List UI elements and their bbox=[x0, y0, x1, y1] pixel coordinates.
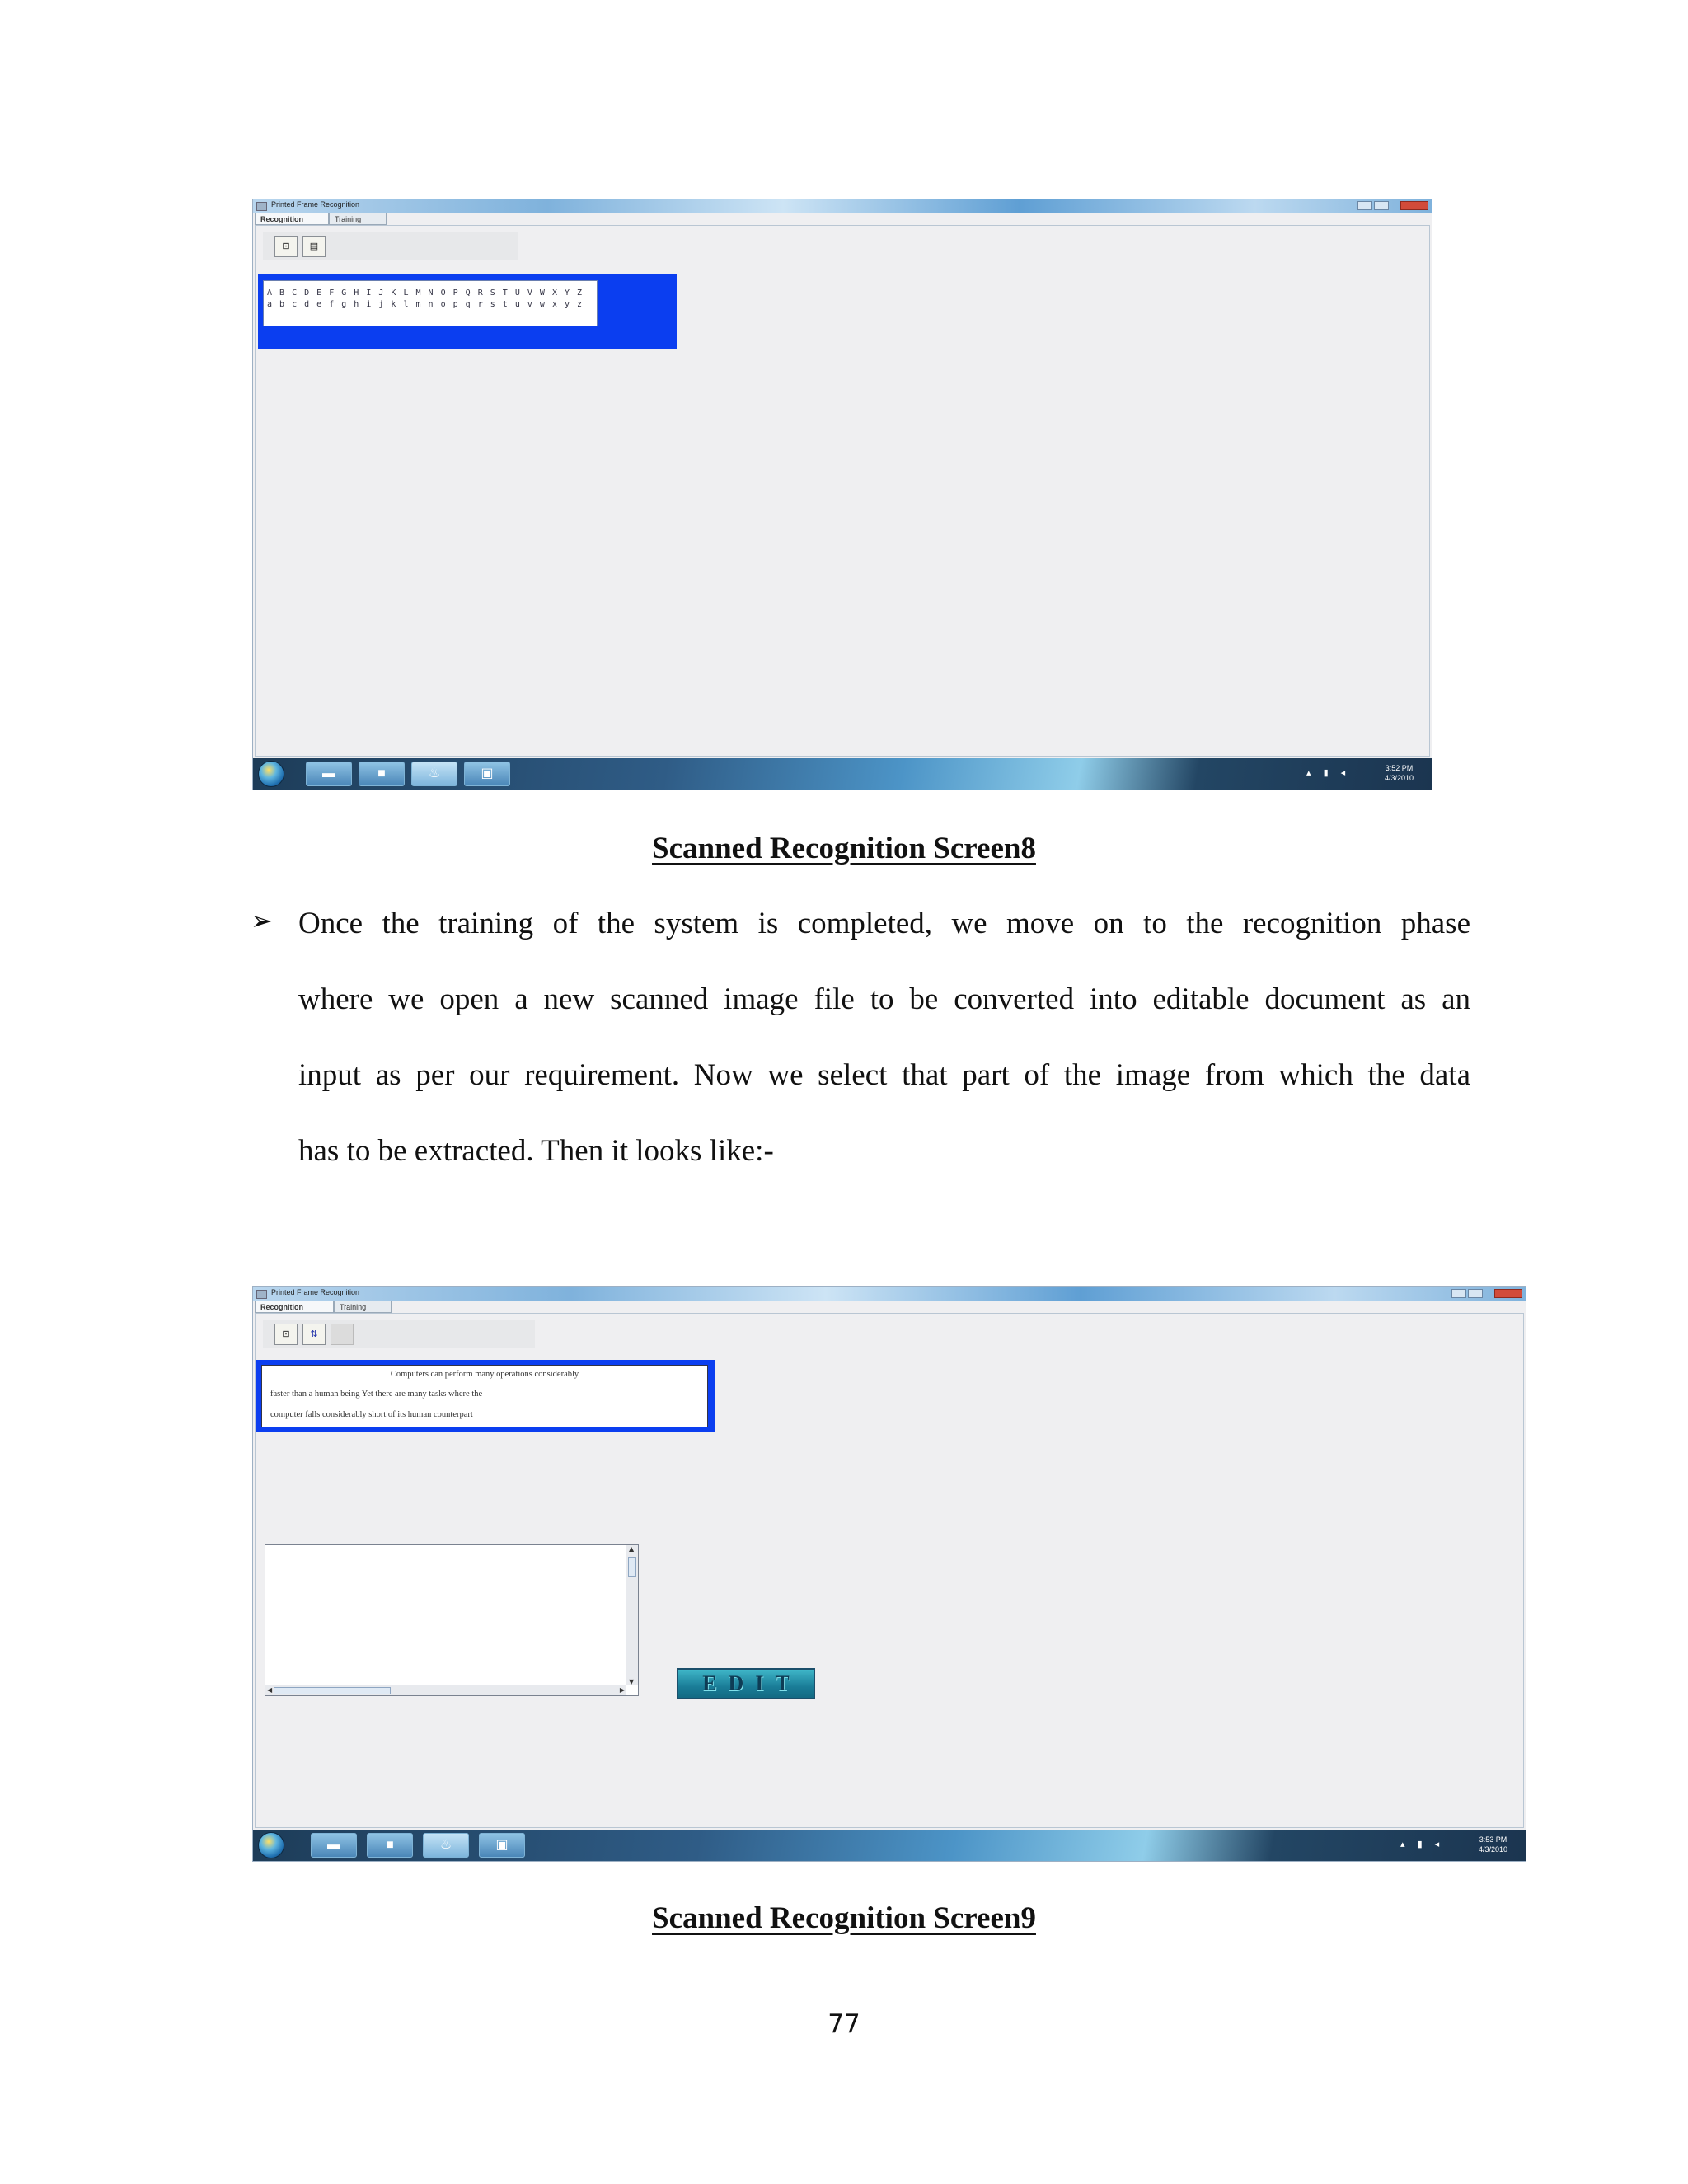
recognize-icon[interactable]: ⇅ bbox=[302, 1324, 326, 1345]
window-titlebar[interactable]: Printed Frame Recognition bbox=[253, 199, 1432, 213]
windows-taskbar: ▬ ■ ♨ ▣ ▴ ▮ ◂ 3:52 PM 4/3/2010 bbox=[253, 758, 1432, 790]
window-title: Printed Frame Recognition bbox=[271, 1288, 360, 1296]
horizontal-scroll-thumb[interactable] bbox=[274, 1687, 391, 1694]
java-icon[interactable]: ♨ bbox=[411, 762, 457, 786]
terminal-icon[interactable]: ■ bbox=[367, 1833, 413, 1858]
open-icon[interactable]: ⊡ bbox=[274, 1324, 298, 1345]
java-icon[interactable]: ♨ bbox=[423, 1833, 469, 1858]
minimize-button[interactable] bbox=[1451, 1289, 1466, 1298]
uppercase-alphabet: A B C D E F G H I J K L M N O P Q R S T … bbox=[267, 288, 584, 298]
minimize-button[interactable] bbox=[1357, 201, 1372, 210]
app-icon[interactable]: ▣ bbox=[464, 762, 510, 786]
paragraph-line: where we open a new scanned image file t… bbox=[298, 982, 1470, 1016]
tab-training[interactable]: Training bbox=[334, 1301, 392, 1313]
window-titlebar[interactable]: Printed Frame Recognition bbox=[253, 1287, 1526, 1301]
bullet-arrow-icon: ➢ bbox=[251, 905, 273, 936]
horizontal-scrollbar[interactable]: ◀ ▶ bbox=[265, 1685, 626, 1695]
scanned-line: Computers can perform many operations co… bbox=[390, 1370, 579, 1379]
lowercase-alphabet: a b c d e f g h i j k l m n o p q r s t … bbox=[267, 300, 584, 309]
toolbar: ⊡ ▤ bbox=[263, 232, 518, 260]
clock-date: 4/3/2010 bbox=[1384, 774, 1414, 782]
scanned-line: computer falls considerably short of its… bbox=[270, 1410, 473, 1419]
scroll-left-icon[interactable]: ◀ bbox=[267, 1686, 272, 1694]
scroll-up-icon[interactable]: ▲ bbox=[629, 1545, 634, 1553]
tray-icons[interactable]: ▴ ▮ ◂ bbox=[1400, 1839, 1444, 1849]
terminal-icon[interactable]: ■ bbox=[359, 762, 405, 786]
window-title: Printed Frame Recognition bbox=[271, 200, 360, 209]
caption-screen8: Scanned Recognition Screen8 bbox=[652, 832, 1036, 865]
edit-button[interactable]: EDIT bbox=[677, 1668, 815, 1699]
scroll-right-icon[interactable]: ▶ bbox=[620, 1686, 625, 1694]
scanned-line: faster than a human being Yet there are … bbox=[270, 1390, 483, 1399]
alphabet-image: A B C D E F G H I J K L M N O P Q R S T … bbox=[263, 280, 598, 326]
body-paragraph: Once the training of the system is compl… bbox=[298, 898, 1470, 1202]
train-icon[interactable]: ▤ bbox=[302, 236, 326, 257]
start-button[interactable] bbox=[258, 761, 284, 787]
output-text-area[interactable]: ▲ ▼ ◀ ▶ bbox=[265, 1544, 639, 1696]
scroll-down-icon[interactable]: ▼ bbox=[629, 1678, 634, 1685]
start-button[interactable] bbox=[258, 1832, 284, 1858]
scanned-text-image: Computers can perform many operations co… bbox=[261, 1365, 708, 1427]
app-window-icon bbox=[256, 202, 267, 211]
system-tray: ▴ ▮ ◂ 3:53 PM 4/3/2010 bbox=[1400, 1835, 1507, 1856]
clock-time: 3:52 PM bbox=[1385, 764, 1414, 772]
folder-icon[interactable]: ▬ bbox=[306, 762, 352, 786]
close-button[interactable] bbox=[1400, 201, 1428, 210]
clock-time: 3:53 PM bbox=[1479, 1835, 1507, 1844]
vertical-scroll-thumb[interactable] bbox=[628, 1557, 636, 1577]
folder-icon[interactable]: ▬ bbox=[311, 1833, 357, 1858]
paragraph-line: has to be extracted. Then it looks like:… bbox=[298, 1134, 774, 1168]
disabled-icon bbox=[331, 1324, 354, 1345]
windows-taskbar: ▬ ■ ♨ ▣ ▴ ▮ ◂ 3:53 PM 4/3/2010 bbox=[253, 1830, 1526, 1861]
screenshot-recognition-screen8: Printed Frame Recognition Recognition Tr… bbox=[252, 199, 1432, 790]
caption-screen9: Scanned Recognition Screen9 bbox=[652, 1901, 1036, 1935]
paragraph-line: input as per our requirement. Now we sel… bbox=[298, 1058, 1470, 1092]
clock-date: 4/3/2010 bbox=[1478, 1845, 1507, 1854]
vertical-scrollbar[interactable]: ▲ ▼ bbox=[626, 1545, 638, 1685]
tab-training[interactable]: Training bbox=[329, 213, 387, 225]
screenshot-recognition-screen9: Printed Frame Recognition Recognition Tr… bbox=[252, 1286, 1526, 1862]
close-button[interactable] bbox=[1494, 1289, 1522, 1298]
tab-recognition[interactable]: Recognition bbox=[255, 213, 329, 225]
maximize-button[interactable] bbox=[1374, 201, 1389, 210]
tray-icons[interactable]: ▴ ▮ ◂ bbox=[1306, 767, 1350, 778]
maximize-button[interactable] bbox=[1468, 1289, 1483, 1298]
page-number: 77 bbox=[828, 2009, 860, 2039]
clock[interactable]: 3:52 PM 4/3/2010 bbox=[1385, 763, 1414, 783]
tab-recognition[interactable]: Recognition bbox=[255, 1301, 334, 1313]
paragraph-line: Once the training of the system is compl… bbox=[298, 907, 1470, 940]
app-window-icon bbox=[256, 1290, 267, 1299]
system-tray: ▴ ▮ ◂ 3:52 PM 4/3/2010 bbox=[1306, 763, 1414, 785]
app-icon[interactable]: ▣ bbox=[479, 1833, 525, 1858]
open-icon[interactable]: ⊡ bbox=[274, 236, 298, 257]
clock[interactable]: 3:53 PM 4/3/2010 bbox=[1479, 1835, 1507, 1854]
toolbar: ⊡ ⇅ bbox=[263, 1320, 535, 1348]
